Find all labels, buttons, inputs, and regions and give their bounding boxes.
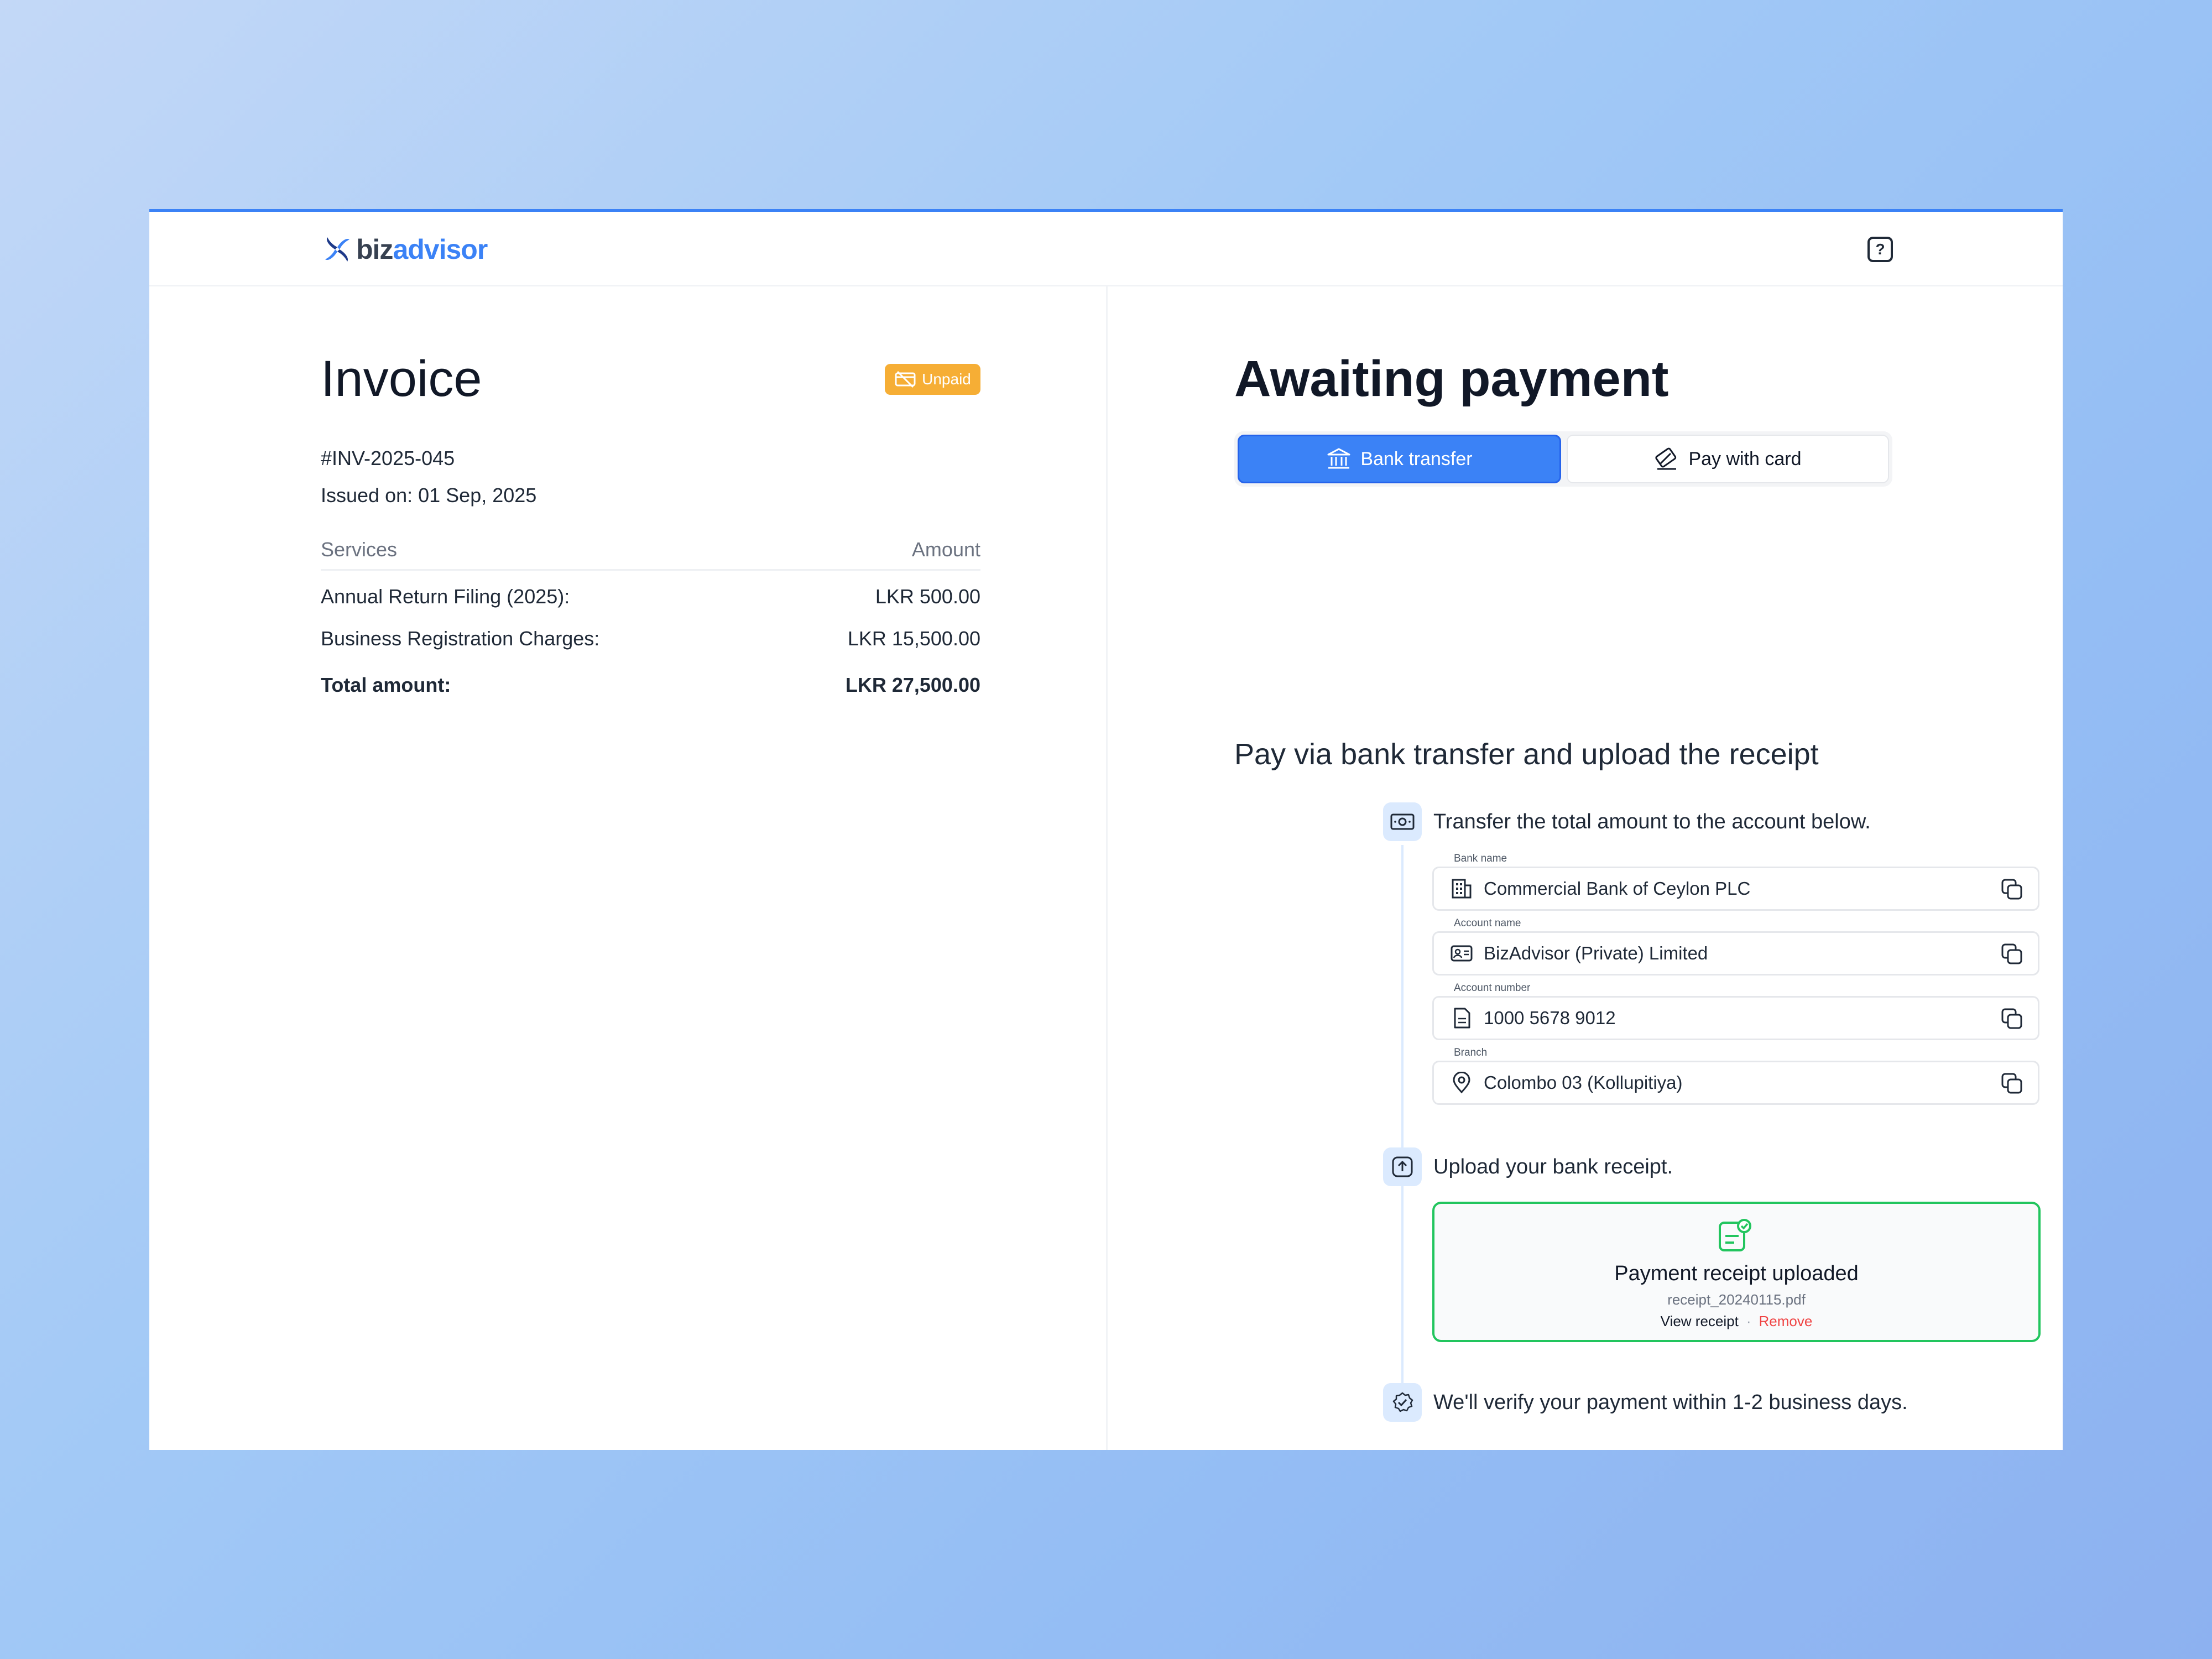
- branch-field: Branch Colombo 03 (Kollupitiya): [1432, 1047, 2039, 1105]
- field-label: Branch: [1451, 1047, 1491, 1059]
- copy-icon[interactable]: [1999, 941, 2026, 968]
- invoice-number: #INV-2025-045: [321, 447, 455, 469]
- payment-method-tabs: Bank transfer Pay with card: [1234, 431, 1892, 487]
- services-table: Services Amount Annual Return Filing (20…: [321, 538, 980, 710]
- logo-biz-text: biz: [356, 234, 393, 265]
- remove-receipt-link[interactable]: Remove: [1759, 1313, 1813, 1330]
- pane-divider: [1106, 286, 1108, 1450]
- services-column-header: Services: [321, 538, 398, 561]
- copy-icon[interactable]: [1999, 1006, 2026, 1032]
- step-2-text: Upload your bank receipt.: [1433, 1155, 1673, 1178]
- field-label: Bank name: [1451, 853, 1511, 865]
- receipt-check-icon: [1719, 1219, 1751, 1251]
- field-value: BizAdvisor (Private) Limited: [1484, 943, 1708, 963]
- bizadvisor-logo[interactable]: bizadvisor: [321, 233, 488, 266]
- help-icon: ?: [1875, 241, 1885, 258]
- upload-filename: receipt_20240115.pdf: [1667, 1291, 1806, 1308]
- upload-actions: View receipt · Remove: [1434, 1313, 2038, 1330]
- account-number-field: Account number 1000 5678 9012: [1432, 982, 2039, 1040]
- copy-icon[interactable]: [1999, 1071, 2026, 1097]
- table-row: Annual Return Filing (2025): LKR 500.00: [321, 585, 980, 622]
- action-separator: ·: [1746, 1313, 1751, 1329]
- logo-wordmark: bizadvisor: [356, 233, 488, 265]
- top-bar: bizadvisor ?: [149, 212, 2063, 286]
- field-value: 1000 5678 9012: [1484, 1008, 1616, 1028]
- field-value: Colombo 03 (Kollupitiya): [1484, 1072, 1683, 1093]
- payment-title: Awaiting payment: [1234, 351, 1669, 407]
- service-name: Annual Return Filing (2025):: [321, 585, 570, 608]
- tab-bank-transfer-label: Bank transfer: [1360, 448, 1473, 469]
- status-badge-label: Unpaid: [922, 371, 971, 388]
- upload-status-title: Payment receipt uploaded: [1614, 1262, 1859, 1285]
- document-icon: [1449, 1006, 1474, 1030]
- tab-pay-with-card[interactable]: Pay with card: [1567, 435, 1889, 483]
- invoice-title: Invoice: [321, 351, 482, 407]
- card-icon: [1655, 447, 1677, 470]
- services-table-header: Services Amount: [321, 538, 980, 571]
- receipt-upload-box[interactable]: Payment receipt uploaded receipt_2024011…: [1432, 1202, 2041, 1342]
- id-card-icon: [1449, 941, 1474, 966]
- section-heading: Pay via bank transfer and upload the rec…: [1234, 738, 1819, 771]
- bank-icon: [1327, 448, 1350, 469]
- field-value: Commercial Bank of Ceylon PLC: [1484, 878, 1751, 899]
- step-1-text: Transfer the total amount to the account…: [1433, 810, 1871, 833]
- field-label: Account number: [1451, 982, 1534, 994]
- logo-advisor-text: advisor: [393, 234, 488, 265]
- building-icon: [1449, 877, 1474, 901]
- verified-badge-icon: [1392, 1392, 1413, 1412]
- invoice-issued-date: Issued on: 01 Sep, 2025: [321, 484, 537, 507]
- step-1-icon-box: [1383, 802, 1422, 841]
- upload-icon: [1392, 1156, 1413, 1177]
- bank-name-field: Bank name Commercial Bank of Ceylon PLC: [1432, 853, 2039, 911]
- amount-column-header: Amount: [911, 538, 980, 561]
- service-amount: LKR 15,500.00: [847, 627, 980, 650]
- view-receipt-link[interactable]: View receipt: [1661, 1313, 1739, 1330]
- account-name-field: Account name BizAdvisor (Private) Limite…: [1432, 917, 2039, 975]
- step-3-text: We'll verify your payment within 1-2 bus…: [1433, 1391, 1908, 1414]
- app-window: bizadvisor ? Invoice Unpaid #INV-2025-04…: [149, 209, 2063, 1450]
- table-row: Business Registration Charges: LKR 15,50…: [321, 627, 980, 664]
- service-amount: LKR 500.00: [875, 585, 980, 608]
- step-3-icon-box: [1383, 1383, 1422, 1422]
- location-pin-icon: [1449, 1071, 1474, 1095]
- cash-icon: [1390, 813, 1415, 830]
- copy-icon[interactable]: [1999, 877, 2026, 903]
- bizadvisor-logo-icon: [325, 237, 349, 262]
- total-amount: LKR 27,500.00: [845, 674, 980, 696]
- tab-bank-transfer[interactable]: Bank transfer: [1238, 435, 1561, 483]
- status-badge: Unpaid: [885, 364, 980, 395]
- step-2-icon-box: [1383, 1147, 1422, 1186]
- unpaid-icon: [895, 371, 916, 388]
- timeline-line: [1401, 845, 1404, 1392]
- field-label: Account name: [1451, 917, 1525, 930]
- service-name: Business Registration Charges:: [321, 627, 600, 650]
- tab-pay-with-card-label: Pay with card: [1688, 448, 1802, 469]
- total-row: Total amount: LKR 27,500.00: [321, 674, 980, 710]
- total-label: Total amount:: [321, 674, 451, 696]
- help-button[interactable]: ?: [1867, 237, 1893, 262]
